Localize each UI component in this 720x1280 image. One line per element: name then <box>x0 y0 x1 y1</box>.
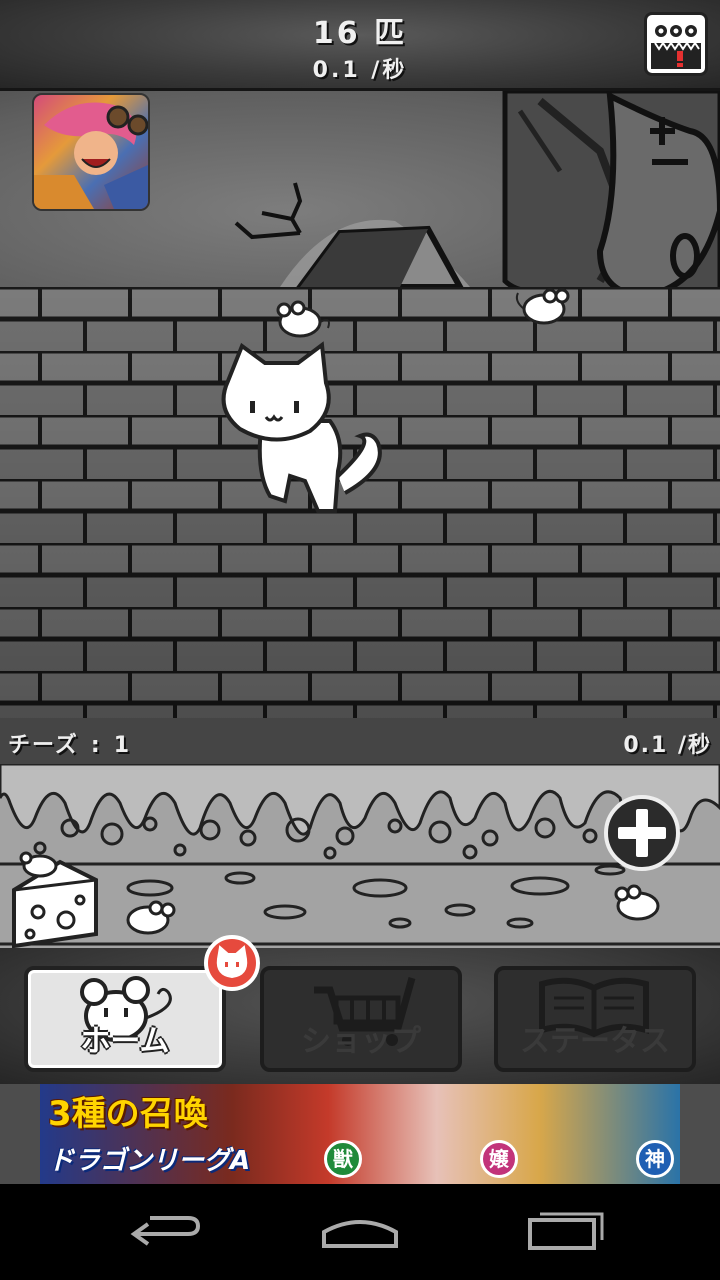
tab-home[interactable]: ホーム <box>24 966 226 1072</box>
bottom-tab-bar: ホーム ショップ ステータス <box>0 948 720 1084</box>
tab-home-label: ホーム <box>80 1024 170 1059</box>
ad-badge-god: 神 <box>636 1140 674 1178</box>
plus-circle-icon <box>618 809 666 857</box>
ad-badge-beast: 獣 <box>324 1140 362 1178</box>
ad-badge-lady: 嬢 <box>480 1140 518 1178</box>
cat-face-badge[interactable] <box>204 935 260 991</box>
top-status-header: 16 匹 0.1 /秒 <box>0 0 720 91</box>
ad-banner-area: 3種の召喚 ドラゴンリーグA 獣 嬢 神 <box>0 1084 720 1184</box>
mouse-rate: 0.1 /秒 <box>312 58 408 83</box>
mouse-count: 16 匹 <box>312 16 408 51</box>
creatures-alert-icon[interactable] <box>644 12 708 76</box>
tab-shop-label: ショップ <box>301 1024 421 1059</box>
ad-title: 3種の召喚 <box>48 1094 208 1134</box>
home-icon[interactable] <box>322 1220 398 1248</box>
system-nav-bar <box>0 1184 720 1280</box>
mouse-sprite <box>126 900 176 935</box>
back-arrow-icon[interactable] <box>120 1208 201 1258</box>
recent-apps-icon[interactable] <box>528 1212 604 1250</box>
ad-logo: ドラゴンリーグA <box>48 1146 251 1176</box>
cat-face-icon <box>216 945 248 979</box>
tab-shop[interactable]: ショップ <box>260 966 462 1072</box>
mouse-sprite <box>614 884 660 921</box>
cheese-wedge-icon <box>12 851 98 948</box>
add-cheese-button[interactable] <box>604 795 680 871</box>
game-scene[interactable] <box>0 91 720 718</box>
tab-status-label: ステータス <box>520 1024 670 1059</box>
tab-status[interactable]: ステータス <box>494 966 696 1072</box>
ad-banner[interactable]: 3種の召喚 ドラゴンリーグA 獣 嬢 神 <box>40 1084 680 1184</box>
white-cat-character[interactable] <box>0 91 720 718</box>
